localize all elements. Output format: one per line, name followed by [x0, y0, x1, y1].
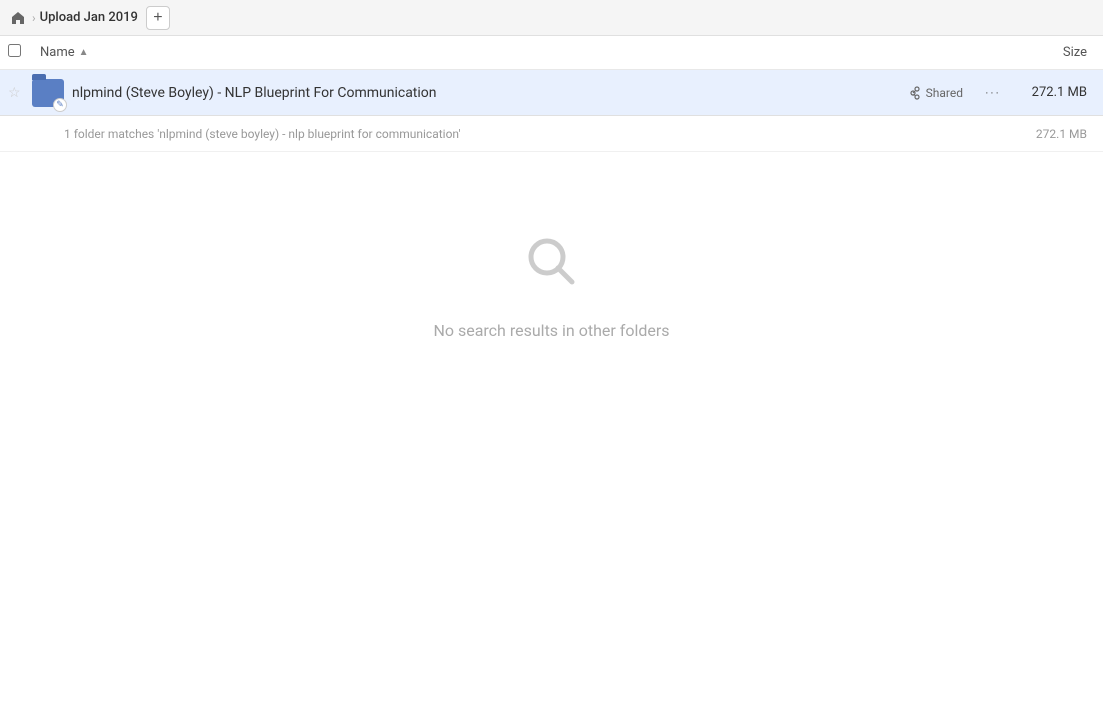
breadcrumb-bar: › Upload Jan 2019 + [0, 0, 1103, 36]
breadcrumb-chevron: › [32, 11, 36, 25]
match-summary-text: 1 folder matches 'nlpmind (steve boyley)… [64, 127, 1015, 141]
breadcrumb-title[interactable]: Upload Jan 2019 [40, 10, 138, 25]
size-column-header: Size [995, 45, 1095, 60]
sort-arrow-icon: ▲ [79, 47, 89, 58]
no-results-search-icon [522, 232, 582, 305]
shared-label: Shared [926, 86, 963, 100]
add-button[interactable]: + [146, 6, 170, 30]
home-icon[interactable] [8, 8, 28, 28]
name-column-header[interactable]: Name ▲ [40, 45, 995, 60]
empty-state: No search results in other folders [0, 152, 1103, 340]
more-options-button[interactable]: ··· [979, 79, 1007, 107]
select-all-checkbox[interactable] [8, 44, 32, 61]
file-size: 272.1 MB [1015, 85, 1095, 100]
star-icon[interactable]: ☆ [8, 85, 28, 101]
no-results-text: No search results in other folders [433, 321, 669, 340]
filename-label: nlpmind (Steve Boyley) - NLP Blueprint F… [72, 85, 908, 101]
file-row[interactable]: ☆ ✎ nlpmind (Steve Boyley) - NLP Bluepri… [0, 70, 1103, 116]
match-summary-row: 1 folder matches 'nlpmind (steve boyley)… [0, 116, 1103, 152]
folder-icon: ✎ [32, 77, 64, 109]
edit-badge-icon: ✎ [53, 98, 67, 112]
shared-badge: Shared [908, 86, 963, 100]
match-summary-size: 272.1 MB [1015, 127, 1095, 141]
column-headers: Name ▲ Size [0, 36, 1103, 70]
